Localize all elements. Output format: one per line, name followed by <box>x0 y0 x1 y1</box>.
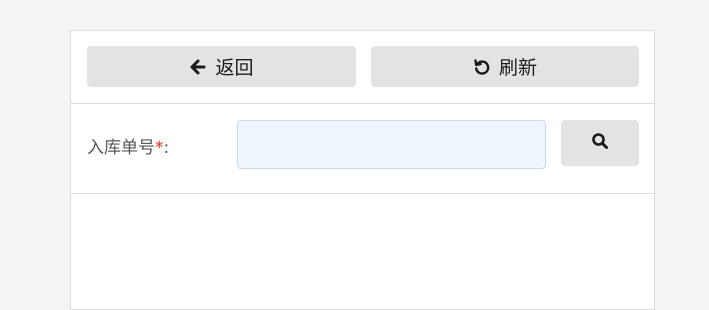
field-label-text: 入库单号 <box>87 138 155 158</box>
main-panel: 返回 刷新 入库单号*: <box>70 30 655 310</box>
search-form-row: 入库单号*: <box>71 104 654 194</box>
refresh-button-label: 刷新 <box>498 57 537 79</box>
refresh-icon <box>473 58 491 76</box>
field-label: 入库单号*: <box>87 137 169 159</box>
back-button-label: 返回 <box>215 57 254 79</box>
refresh-button[interactable]: 刷新 <box>371 46 639 87</box>
search-icon <box>591 132 609 154</box>
arrow-left-icon <box>189 58 207 76</box>
label-colon: : <box>163 138 170 158</box>
receipt-number-input[interactable] <box>237 120 546 169</box>
search-button[interactable] <box>561 120 639 166</box>
back-button[interactable]: 返回 <box>87 46 356 87</box>
toolbar: 返回 刷新 <box>71 31 654 104</box>
required-mark: * <box>155 138 164 158</box>
